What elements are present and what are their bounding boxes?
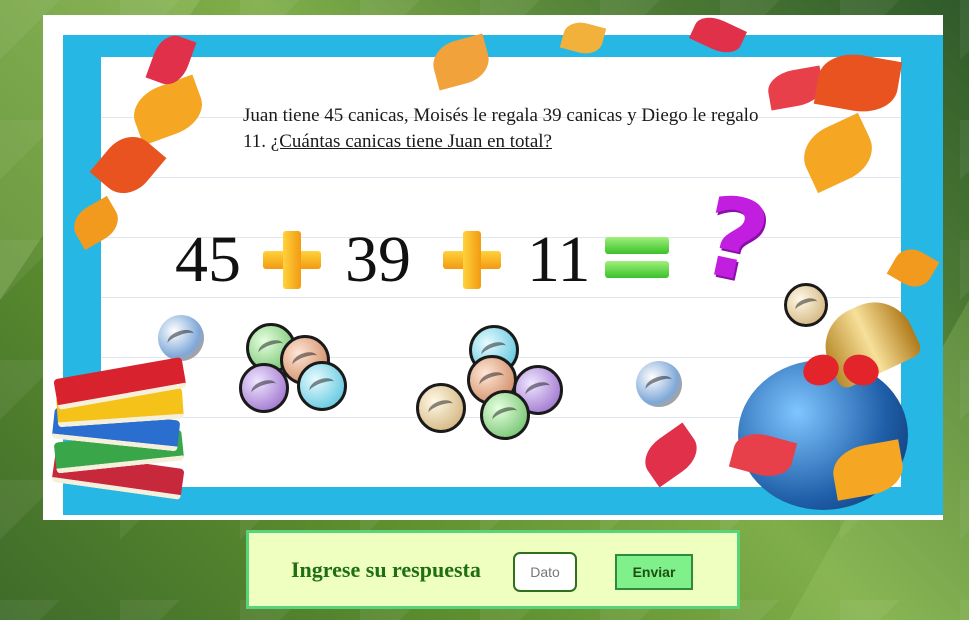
marble-icon: [784, 283, 828, 327]
problem-question: ¿Cuántas canicas tiene Juan en total?: [270, 131, 552, 152]
answer-input[interactable]: [513, 552, 577, 592]
marble-icon: [239, 363, 289, 413]
plus-icon: [443, 231, 501, 289]
operand-2: 39: [345, 223, 411, 296]
submit-button[interactable]: Enviar: [615, 554, 693, 590]
marble-icon: [158, 315, 204, 361]
bow-icon: [798, 349, 884, 395]
answer-label: Ingrese su respuesta: [291, 557, 481, 582]
answer-panel: Ingrese su respuesta Enviar: [246, 530, 740, 609]
marble-icon: [416, 383, 466, 433]
marble-icon: [636, 361, 682, 407]
operand-1: 45: [175, 223, 241, 296]
operand-3: 11: [527, 223, 591, 296]
equals-icon: [605, 233, 669, 281]
books-icon: [51, 356, 193, 510]
illustration-card: Juan tiene 45 canicas, Moisés le regala …: [43, 15, 943, 520]
plus-icon: [263, 231, 321, 289]
marble-icon: [480, 390, 530, 440]
marble-icon: [297, 361, 347, 411]
problem-statement: Juan tiene 45 canicas, Moisés le regala …: [243, 103, 763, 155]
